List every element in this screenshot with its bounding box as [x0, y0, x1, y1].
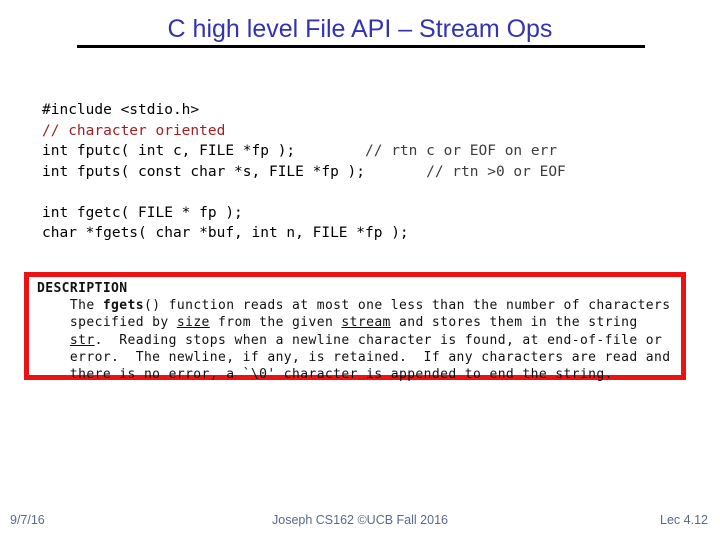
manpage-line: str. Reading stops when a newline charac…: [69, 332, 663, 348]
page-title: C high level File API – Stream Ops: [167, 15, 553, 43]
code-trailing-comment: // rtn >0 or EOF: [426, 163, 566, 180]
code-line: int fputs( const char *s, FILE *fp ); //…: [42, 162, 692, 183]
code-comment: // character oriented: [42, 122, 226, 139]
manpage-line: there is no error, a `\0' character is a…: [37, 367, 613, 383]
code-line: // character oriented: [42, 121, 692, 142]
code-line: #include <stdio.h>: [42, 102, 200, 118]
manpage-heading: DESCRIPTION: [37, 281, 128, 296]
code-line: int fgetc( FILE * fp );: [42, 204, 243, 221]
footer-attribution: Joseph CS162 ©UCB Fall 2016: [272, 513, 448, 527]
slide-root: { "slide": { "title": "C high level File…: [0, 0, 720, 540]
title-underline-rule: [77, 45, 645, 48]
manpage-line: specified by size from the given stream …: [37, 315, 638, 331]
code-trailing-comment: // rtn c or EOF on err: [365, 143, 558, 159]
footer-lecture-number: Lec 4.12: [660, 513, 708, 527]
code-declaration: int fputs( const char *s, FILE *fp );: [42, 163, 427, 180]
manpage-excerpt-box: DESCRIPTION The fgets() function reads a…: [24, 272, 686, 383]
manpage-text: DESCRIPTION The fgets() function reads a…: [37, 280, 670, 383]
slide-footer: 9/7/16 Joseph CS162 ©UCB Fall 2016 Lec 4…: [0, 512, 720, 528]
code-listing: #include <stdio.h> // character oriented i…: [42, 100, 692, 244]
code-line: char *fgets( char *buf, int n, FILE *fp …: [42, 225, 409, 241]
manpage-line: The fgets() function reads at most one l…: [37, 298, 671, 314]
manpage-line: error. The newline, if any, is retained.…: [37, 349, 671, 365]
code-line: int fputc( int c, FILE *fp ); // rtn c o…: [42, 141, 692, 162]
code-declaration: int fputc( int c, FILE *fp );: [42, 143, 366, 159]
